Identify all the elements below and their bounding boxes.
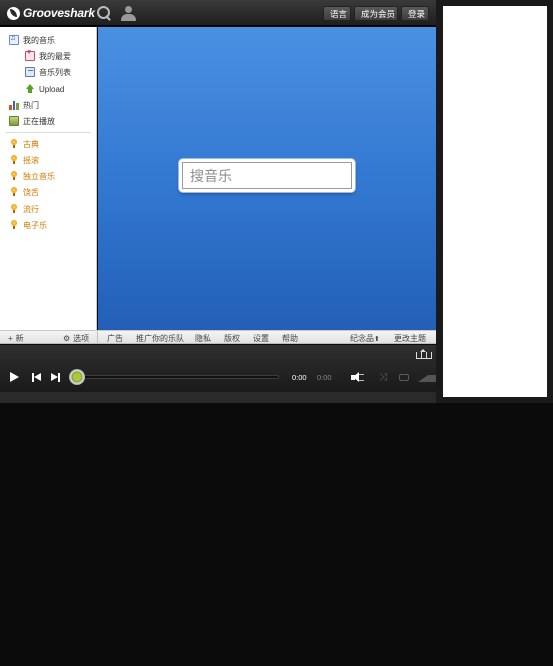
sidebar-item-upload[interactable]: Upload	[25, 82, 64, 96]
station-item-rock[interactable]: 摇滚	[9, 153, 39, 167]
new-button[interactable]: + 新	[8, 333, 24, 344]
station-bulb-icon	[9, 204, 19, 214]
sidebar-item-label: 正在播放	[23, 116, 55, 126]
shuffle-icon[interactable]: ⤨	[379, 373, 390, 383]
link-copyright[interactable]: 版权	[224, 333, 240, 344]
search-icon[interactable]	[96, 5, 112, 21]
ad-placeholder	[443, 6, 547, 397]
login-button[interactable]: 登录	[401, 6, 429, 21]
player-bar: 0:00 0:00 ⤨	[0, 345, 438, 392]
main-panel	[98, 27, 436, 330]
repeat-icon[interactable]	[399, 374, 409, 381]
change-theme-link[interactable]: 更改主题	[394, 333, 426, 344]
station-label: 电子乐	[23, 220, 47, 230]
progress-knob[interactable]	[69, 369, 85, 385]
station-item-pop[interactable]: 流行	[9, 202, 39, 216]
sidebar-item-my-music[interactable]: 我的音乐	[9, 33, 55, 47]
station-bulb-icon	[9, 187, 19, 197]
link-help[interactable]: 帮助	[282, 333, 298, 344]
volume-level-icon[interactable]	[359, 374, 364, 381]
link-ads[interactable]: 广告	[107, 333, 123, 344]
logo-text: Grooveshark	[23, 6, 95, 20]
time-total: 0:00	[317, 373, 332, 382]
new-label: 新	[15, 334, 24, 343]
crossfade-icon[interactable]	[418, 373, 438, 382]
station-label: 流行	[23, 204, 39, 214]
sidebar-item-favorites[interactable]: 我的最爱	[25, 49, 71, 63]
heart-icon	[25, 49, 35, 61]
sidebar-item-popular[interactable]: 热门	[9, 98, 39, 112]
grooveshark-logo[interactable]: Grooveshark	[7, 5, 95, 21]
upload-icon	[25, 84, 35, 94]
sidebar-item-label: 我的音乐	[23, 35, 55, 45]
station-label: 古典	[23, 139, 39, 149]
station-label: 饶舌	[23, 187, 39, 197]
station-item-electronic[interactable]: 电子乐	[9, 218, 47, 232]
sidebar-item-label: 我的最爱	[39, 51, 71, 61]
station-item-rap[interactable]: 饶舌	[9, 185, 39, 199]
sidebar-item-now-playing[interactable]: 正在播放	[9, 114, 55, 128]
station-bulb-icon	[9, 171, 19, 181]
queue-toggle-icon[interactable]	[416, 349, 432, 359]
footer-strip	[0, 392, 436, 403]
next-track-icon[interactable]	[51, 373, 60, 382]
top-bar: Grooveshark 语言 成为会员 登录	[0, 0, 436, 26]
time-elapsed: 0:00	[292, 373, 307, 382]
station-label: 独立音乐	[23, 171, 55, 181]
link-promote-band[interactable]: 推广你的乐队	[136, 333, 184, 344]
sidebar-divider	[6, 132, 91, 133]
now-playing-icon	[9, 116, 19, 126]
merchandise-link[interactable]: 纪念品⬆	[350, 333, 380, 344]
station-item-indie[interactable]: 独立音乐	[9, 169, 55, 183]
footer-link-bar: + 新 ⚙ 选项 广告 推广你的乐队 隐私 版权 设置 帮助 纪念品⬆ 更改主题	[0, 330, 436, 344]
music-icon	[9, 33, 19, 45]
popular-chart-icon	[9, 100, 20, 110]
sidebar-item-label: Upload	[39, 84, 65, 94]
progress-track[interactable]	[77, 375, 279, 379]
language-button[interactable]: 语言	[323, 6, 351, 21]
link-settings[interactable]: 设置	[253, 333, 269, 344]
become-member-button[interactable]: 成为会员	[354, 6, 398, 21]
play-icon[interactable]	[10, 372, 20, 383]
plus-icon: +	[8, 334, 13, 343]
station-label: 摇滚	[23, 155, 39, 165]
shark-fin-icon	[7, 6, 20, 20]
gear-icon: ⚙	[63, 334, 71, 343]
external-link-icon: ⬆	[374, 336, 380, 343]
playlist-icon	[25, 67, 35, 77]
user-icon[interactable]	[120, 5, 136, 21]
search-box	[179, 159, 355, 192]
previous-track-icon[interactable]	[32, 373, 41, 382]
sidebar-item-playlists[interactable]: 音乐列表	[25, 65, 71, 79]
sidebar: 我的音乐 我的最爱 音乐列表 Upload 热门 正在播放 古典 摇滚 独立音乐…	[0, 27, 97, 330]
link-bar-divider	[97, 331, 98, 344]
options-button[interactable]: ⚙ 选项	[63, 333, 89, 344]
merchandise-label: 纪念品	[350, 334, 374, 343]
search-input[interactable]	[182, 162, 352, 189]
station-bulb-icon	[9, 220, 19, 230]
sidebar-item-label: 热门	[23, 100, 39, 110]
sidebar-item-label: 音乐列表	[39, 67, 71, 77]
link-privacy[interactable]: 隐私	[195, 333, 211, 344]
station-item-classical[interactable]: 古典	[9, 137, 39, 151]
station-bulb-icon	[9, 155, 19, 165]
options-label: 选项	[73, 334, 90, 343]
station-bulb-icon	[9, 139, 19, 149]
